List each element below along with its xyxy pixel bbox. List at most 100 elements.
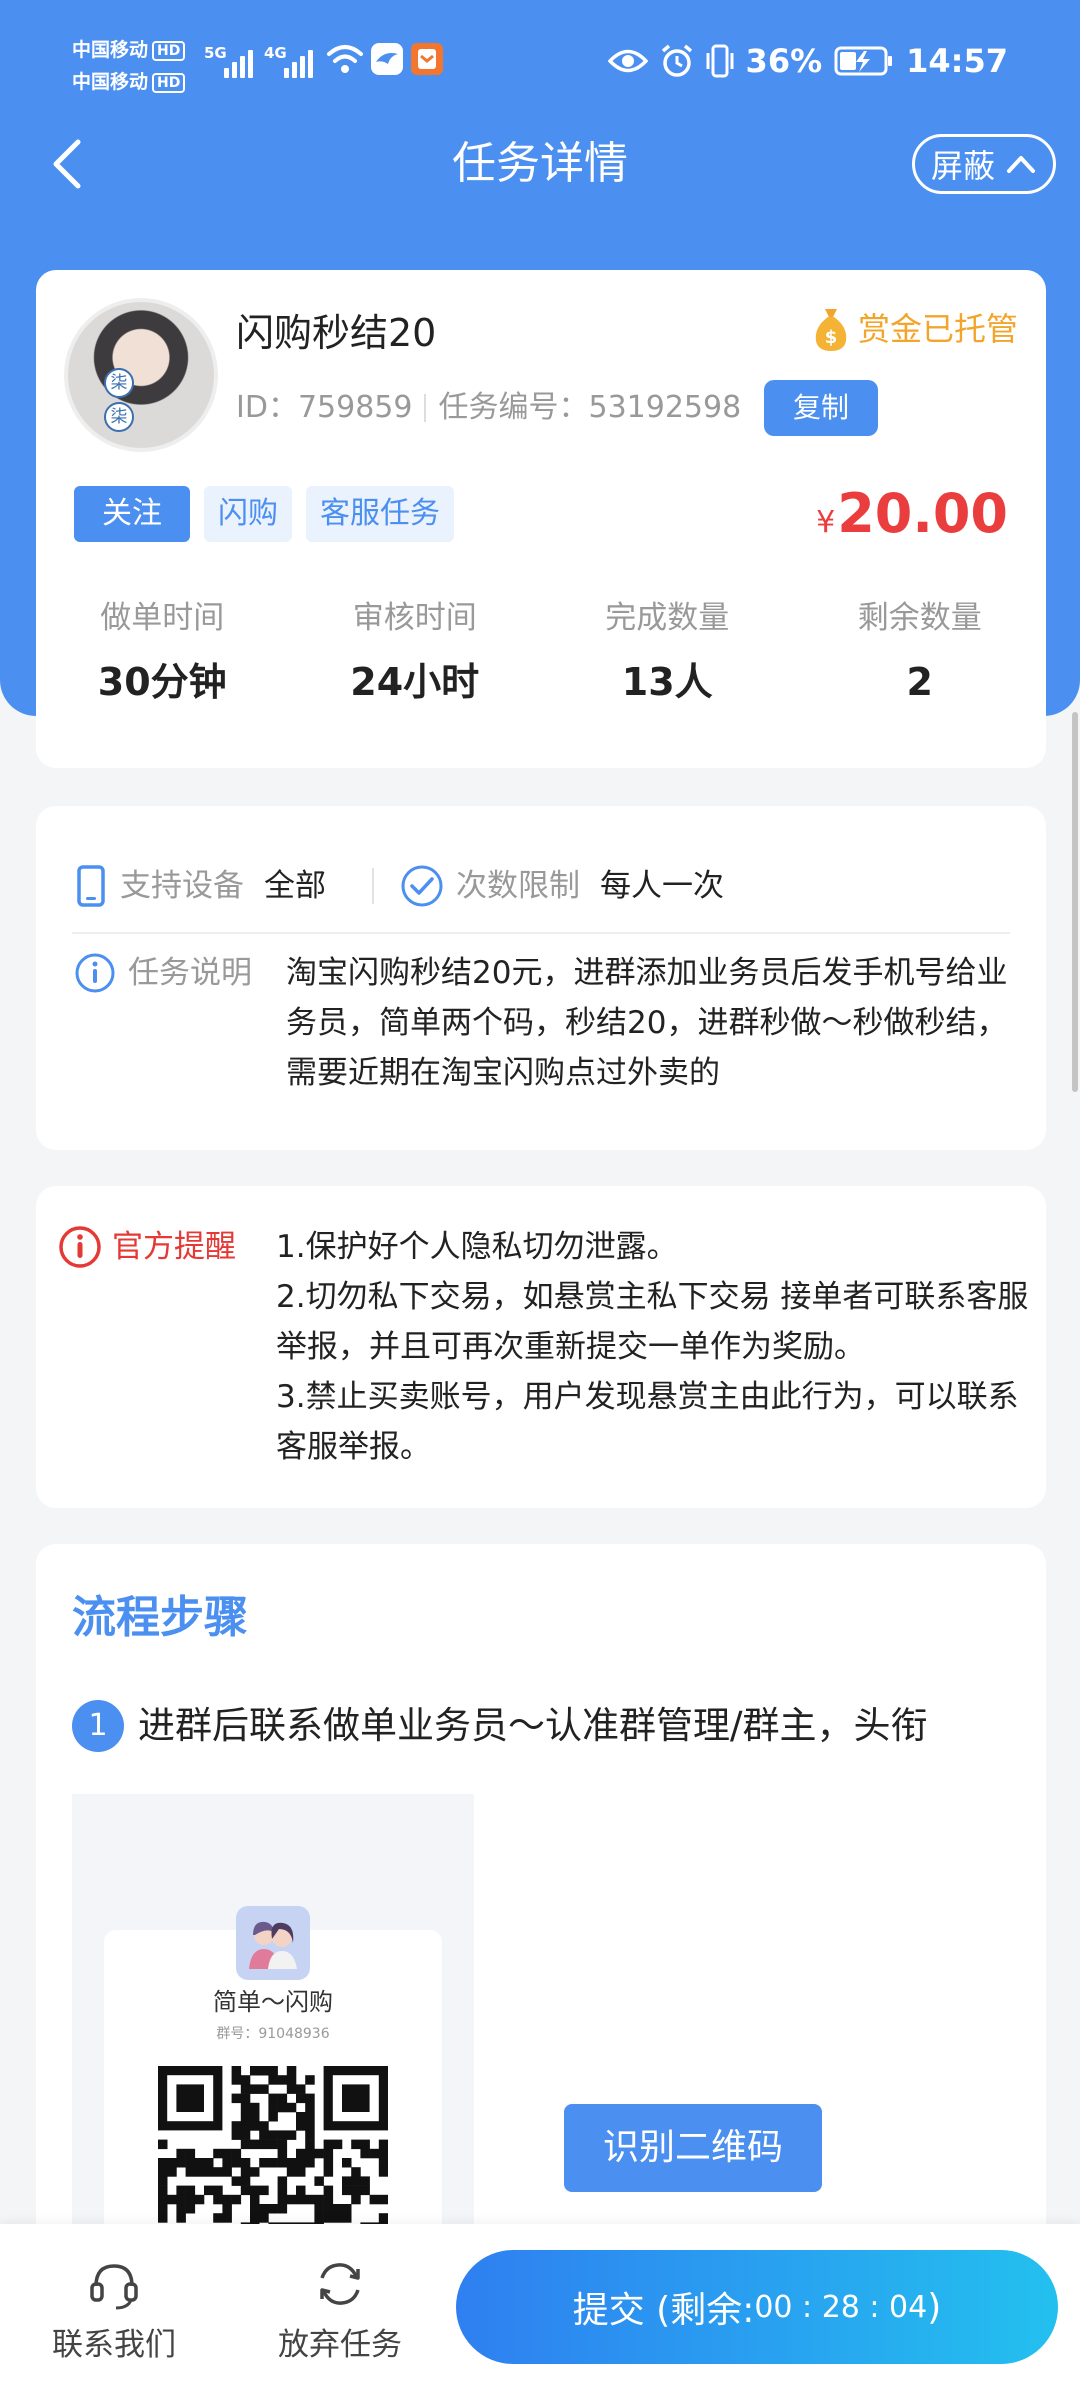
refresh-icon [320,2263,360,2305]
check-circle-icon [401,865,443,907]
device-row: 支持设备 全部 [74,864,326,908]
headset-icon [90,2264,138,2310]
steps-card: 流程步骤 1 进群后联系做单业务员～认准群管理/群主，头衔 简单～闪购 群号：9… [36,1544,1046,2304]
step-text: 进群后联系做单业务员～认准群管理/群主，头衔 [138,1704,928,1747]
device-label: 支持设备 [120,868,244,904]
carrier-info: 中国移动 HD 中国移动 HD [72,34,186,98]
info-icon [75,953,115,993]
limit-value: 每人一次 [600,868,724,904]
stat-label: 审核时间 [352,600,477,636]
task-ids: ID：759859 任务编号：53192598 [236,386,741,430]
warning-icon [59,1226,101,1268]
countdown-timer: 00 : 28 : 04 [754,2289,928,2325]
reward-price: ¥20.00 [816,482,1008,555]
avatar[interactable]: 柒 柒 [64,298,218,452]
alarm-icon [661,44,692,77]
task-number: 任务编号：53192598 [438,390,742,425]
clock: 14:57 [906,42,1008,80]
stat-value: 13人 [621,660,713,704]
contact-us-button[interactable]: 联系我们 [24,2252,204,2370]
notice-line: 2.切勿私下交易，如悬赏主私下交易 接单者可联系客服举报，并且可再次重新提交一单… [276,1279,1029,1365]
chevron-up-icon [1007,156,1035,173]
avatar-badge-1: 柒 [104,368,134,398]
divider [72,932,1010,934]
task-summary-card: 柒 柒 闪购秒结20 $ 赏金已托管 ID：759859 任务编号：531925… [36,270,1046,768]
qr-image[interactable]: 简单～闪购 群号：91048936 [72,1794,474,2254]
signal-icon-2 [284,48,313,78]
tag-list: 关注 闪购 客服任务 [74,486,454,542]
notice-text: 1.保护好个人隐私切勿泄露。 2.切勿私下交易，如悬赏主私下交易 接单者可联系客… [276,1222,1036,1472]
stat-value: 24小时 [350,660,480,704]
eye-icon [607,49,648,73]
avatar-badge-2: 柒 [104,402,134,432]
money-bag-icon: $ [815,309,847,351]
group-name: 简单～闪购 [213,1988,333,2016]
group-qr-card: 简单～闪购 群号：91048936 [104,1906,442,2254]
stat-label: 完成数量 [605,600,730,636]
scrollbar[interactable] [1072,712,1078,1092]
task-description: 淘宝闪购秒结20元，进群添加业务员后发手机号给业务员，简单两个码，秒结20，进群… [286,955,1008,1091]
shield-label: 屏蔽 [930,147,995,185]
wifi-icon [327,45,363,73]
stat-work-time: 做单时间 30分钟 [36,596,289,708]
status-right: 36% 14:57 [607,42,1008,80]
recognize-qr-button[interactable]: 识别二维码 [564,2104,822,2192]
couple-avatar-icon [249,1921,297,1969]
carrier-2: 中国移动 [72,71,149,93]
contact-label: 联系我们 [52,2327,176,2363]
svg-text:$: $ [825,327,838,348]
notice-label: 官方提醒 [112,1229,236,1265]
official-notice-card: 官方提醒 1.保护好个人隐私切勿泄露。 2.切勿私下交易，如悬赏主私下交易 接单… [36,1186,1046,1508]
carrier-1: 中国移动 [72,39,149,61]
step-number: 1 [72,1700,124,1752]
group-avatar [236,1906,310,1980]
status-bar: 中国移动 HD 中国移动 HD 5G 4G 36% 14:57 [0,0,1080,128]
stat-completed: 完成数量 13人 [541,596,794,708]
hd-badge-1: HD [152,40,186,61]
stat-remaining: 剩余数量 2 [794,596,1047,708]
desc-label: 任务说明 [128,955,252,991]
shield-button[interactable]: 屏蔽 [912,134,1056,194]
task-name: 闪购秒结20 [236,311,437,355]
price-currency: ¥ [816,505,836,540]
bird-app-icon [371,43,403,75]
bounty-status: $ 赏金已托管 [812,304,1018,354]
submit-button[interactable]: 提交 (剩余: 00 : 28 : 04) [456,2250,1058,2364]
stat-label: 剩余数量 [857,600,982,636]
vibrate-icon [706,44,734,78]
battery-charging-icon [834,46,893,76]
stat-review-time: 审核时间 24小时 [289,596,542,708]
publisher-id: ID：759859 [236,390,413,425]
limit-row: 次数限制 每人一次 [400,864,724,908]
submit-suffix: ) [927,2286,942,2328]
limit-label: 次数限制 [456,868,580,904]
follow-button[interactable]: 关注 [74,486,190,542]
abandon-label: 放弃任务 [278,2327,402,2363]
stat-value: 2 [906,660,933,704]
battery-percent: 36% [745,42,823,80]
notice-line: 1.保护好个人隐私切勿泄露。 [276,1229,678,1265]
bounty-label: 赏金已托管 [857,310,1018,348]
steps-title: 流程步骤 [72,1592,248,1643]
bottom-action-bar: 联系我们 放弃任务 提交 (剩余: 00 : 28 : 04) [0,2224,1080,2388]
desc-label-group: 任务说明 [74,948,252,998]
info-separator [372,868,374,904]
device-value: 全部 [264,868,326,904]
phone-icon [77,865,105,907]
tag-customer-service: 客服任务 [306,486,454,542]
notice-label-group: 官方提醒 [58,1222,236,1272]
hd-badge-2: HD [152,72,186,93]
app-notification-icon [411,43,443,75]
abandon-task-button[interactable]: 放弃任务 [250,2252,430,2370]
stat-label: 做单时间 [100,600,225,636]
price-value: 20.00 [837,482,1008,545]
notice-line: 3.禁止买卖账号，用户发现悬赏主由此行为，可以联系客服举报。 [276,1379,1019,1465]
stat-value: 30分钟 [97,660,227,704]
group-id: 群号：91048936 [216,2026,330,2042]
copy-button[interactable]: 复制 [764,380,878,436]
task-info-card: 支持设备 全部 次数限制 每人一次 任务说明 淘宝闪购秒结20元，进群添加业务员… [36,806,1046,1150]
tag-flash-buy: 闪购 [204,486,292,542]
id-separator [424,394,427,422]
signal-icon-1 [224,48,253,78]
submit-label: 提交 (剩余: [572,2290,755,2331]
